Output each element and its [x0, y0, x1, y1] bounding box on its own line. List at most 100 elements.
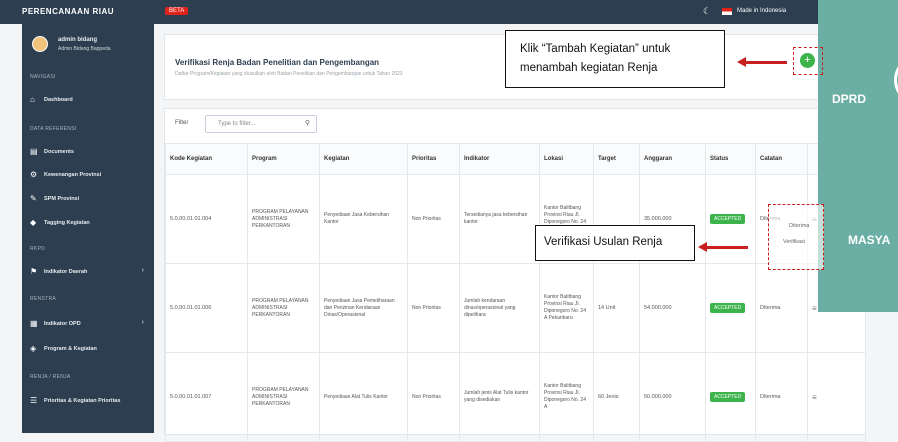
section-data-referensi: DATA REFERENSI — [30, 126, 77, 132]
cell-prioritas: Non Prioritas — [407, 174, 460, 264]
cell-anggaran: 50.000.000 — [639, 352, 706, 442]
col-status[interactable]: Status — [705, 143, 756, 175]
arrow-left-icon — [737, 57, 787, 67]
col-anggaran[interactable]: Anggaran — [639, 143, 706, 175]
cell-catatan: Diterima — [755, 352, 808, 442]
arrow-left-icon — [698, 242, 748, 252]
popup-option-verifikasi[interactable]: Verifikasi — [783, 239, 805, 245]
cell-status: ACCEPTED — [705, 174, 756, 264]
section-renstra: RENSTRA — [30, 296, 56, 302]
cell-indikator: Jumlah jenis Alat Tulis kantor yang dise… — [459, 352, 540, 442]
side-panel: DPRD MASYA — [818, 0, 898, 312]
panel-circle — [894, 55, 898, 105]
sidebar-item-label: Indikator Daerah — [44, 269, 88, 275]
menu-icon[interactable]: ≡ — [812, 393, 817, 402]
cell-anggaran: 54.000.000 — [639, 263, 706, 353]
users-icon[interactable]: ☾ — [703, 6, 711, 17]
sidebar-item-documents[interactable]: ▤ Documents — [22, 144, 154, 160]
sidebar-item-tagging[interactable]: ◆ Tagging Kegiatan — [22, 215, 154, 231]
sidebar-item-label: Documents — [44, 149, 74, 155]
app-title[interactable]: PERENCANAAN RIAU — [22, 7, 114, 16]
sidebar-item-program-kegiatan[interactable]: ◈ Program & Kegiatan — [22, 341, 154, 357]
col-kegiatan[interactable]: Kegiatan — [319, 143, 408, 175]
status-badge: ACCEPTED — [710, 392, 746, 402]
col-kode[interactable]: Kode Kegiatan — [165, 143, 248, 175]
cell-kode: 5.0.00.01.01.007 — [165, 352, 248, 442]
callout-add-kegiatan: Klik “Tambah Kegiatan” untuk menambah ke… — [505, 30, 725, 88]
cell-prioritas: Non Prioritas — [407, 352, 460, 442]
tag-icon: ◆ — [30, 218, 37, 227]
section-rkpd: RKPD — [30, 246, 46, 252]
user-panel[interactable]: admin bidang Admin Bidang Bappeda — [22, 32, 154, 64]
document-icon: ▤ — [30, 147, 38, 156]
flag-icon: ⚑ — [30, 267, 38, 276]
cell-action[interactable]: ≡ — [807, 352, 866, 442]
sidebar-item-label: Indikator OPD — [44, 321, 81, 327]
sidebar-item-dashboard[interactable]: ⌂ Dashboard — [22, 92, 154, 108]
callout-text: Verifikasi Usulan Renja — [544, 236, 663, 248]
col-prioritas[interactable]: Prioritas — [407, 143, 460, 175]
section-navigasi: NAVIGASI — [30, 74, 56, 80]
home-icon: ⌂ — [30, 95, 35, 104]
bars-icon: ☰ — [30, 396, 38, 405]
sidebar-item-label: Kewenangan Provinsi — [44, 172, 102, 178]
cell-indikator: Tersedianya jasa kebersihan kantor — [459, 174, 540, 264]
table-row[interactable]: 5.0.00.01.01.006 PROGRAM PELAYANAN ADMIN… — [165, 263, 866, 353]
table-row[interactable]: 5.0.00.01.01.007 PROGRAM PELAYANAN ADMIN… — [165, 352, 866, 442]
cell-kegiatan: Penyediaan Alat Tulis Kantor — [319, 352, 408, 442]
cell-target: 14 Unit — [593, 263, 640, 353]
page-subtitle: Daftar Program/Kegiatan yang diusulkan o… — [175, 71, 403, 77]
cell-lokasi: Kantor Balitbang Provinsi Riau Jl. Dipon… — [539, 352, 594, 442]
status-badge: ACCEPTED — [710, 303, 746, 313]
sidebar-item-indikator-daerah[interactable]: ⚑ Indikator Daerah › — [22, 264, 154, 280]
cell-kegiatan: Penyediaan Jasa Pemeliharaan dan Perizin… — [319, 263, 408, 353]
cell-kegiatan: Penyediaan Jasa Kebersihan Kantor — [319, 174, 408, 264]
sidebar-item-kewenangan[interactable]: ⚙ Kewenangan Provinsi — [22, 167, 154, 183]
beta-badge: BETA — [165, 7, 189, 15]
flag-icon — [722, 8, 732, 15]
sidebar-item-label: SPM Provinsi — [44, 196, 80, 202]
cell-program: PROGRAM PELAYANAN ADMINISTRASI PERKANTOR… — [247, 352, 320, 442]
sidebar-item-label: Program & Kegiatan — [44, 346, 97, 352]
cell-lokasi: Kantor Balitbang Provinsi Riau Jl. Dipon… — [539, 263, 594, 353]
sidebar-item-label: Dashboard — [44, 97, 73, 103]
chevron-right-icon: › — [141, 319, 144, 326]
callout-text: Klik “Tambah Kegiatan” untuk menambah ke… — [520, 43, 671, 74]
col-target[interactable]: Target — [593, 143, 640, 175]
cell-program: PROGRAM PELAYANAN ADMINISTRASI PERKANTOR… — [247, 263, 320, 353]
table-row[interactable]: 5.0.00.01.01.004 PROGRAM PELAYANAN ADMIN… — [165, 174, 866, 264]
col-lokasi[interactable]: Lokasi — [539, 143, 594, 175]
cell-kode: 5.0.00.01.01.004 — [165, 174, 248, 264]
add-kegiatan-button[interactable]: + — [800, 53, 815, 68]
filter-input[interactable]: Type to filter... ⚲ — [205, 115, 317, 133]
cell-status: ACCEPTED — [705, 263, 756, 353]
popup-option-diterima[interactable]: Diterima — [789, 223, 809, 229]
cell-status: ACCEPTED — [705, 352, 756, 442]
col-program[interactable]: Program — [247, 143, 320, 175]
callout-verifikasi: Verifikasi Usulan Renja — [535, 225, 695, 261]
sidebar-item-prioritas[interactable]: ☰ Prioritas & Kegiatan Prioritas — [22, 393, 154, 409]
highlight-verify-popup: Diterima Verifikasi — [768, 204, 824, 270]
filter-label: Filter — [175, 120, 189, 126]
top-bar: PERENCANAAN RIAU BETA ☾ Made in Indonesi… — [0, 0, 898, 24]
user-name: admin bidang — [58, 37, 97, 43]
table-header-row: Kode Kegiatan Program Kegiatan Prioritas… — [165, 143, 866, 175]
cell-kode: 5.0.00.01.01.006 — [165, 263, 248, 353]
menu-icon[interactable]: ≡ — [812, 304, 817, 313]
section-renja: RENJA / RENJA — [30, 374, 71, 380]
gear-icon: ⚙ — [30, 170, 38, 179]
status-badge: ACCEPTED — [710, 214, 746, 224]
sidebar-item-label: Tagging Kegiatan — [44, 220, 90, 226]
search-icon: ⚲ — [304, 120, 310, 127]
renja-table: Kode Kegiatan Program Kegiatan Prioritas… — [165, 143, 866, 442]
cell-target: 60 Jenis — [593, 352, 640, 442]
sidebar-item-indikator-opd[interactable]: ▦ Indikator OPD › — [22, 316, 154, 332]
sidebar-item-spm[interactable]: ✎ SPM Provinsi — [22, 191, 154, 207]
language-label[interactable]: Made in Indonesia — [737, 8, 786, 14]
col-catatan[interactable]: Catatan — [755, 143, 808, 175]
avatar — [32, 36, 48, 52]
col-indikator[interactable]: Indikator — [459, 143, 540, 175]
cell-catatan: Diterima — [755, 263, 808, 353]
sidebar-item-label: Prioritas & Kegiatan Prioritas — [44, 398, 121, 404]
chart-icon: ▦ — [30, 319, 38, 328]
